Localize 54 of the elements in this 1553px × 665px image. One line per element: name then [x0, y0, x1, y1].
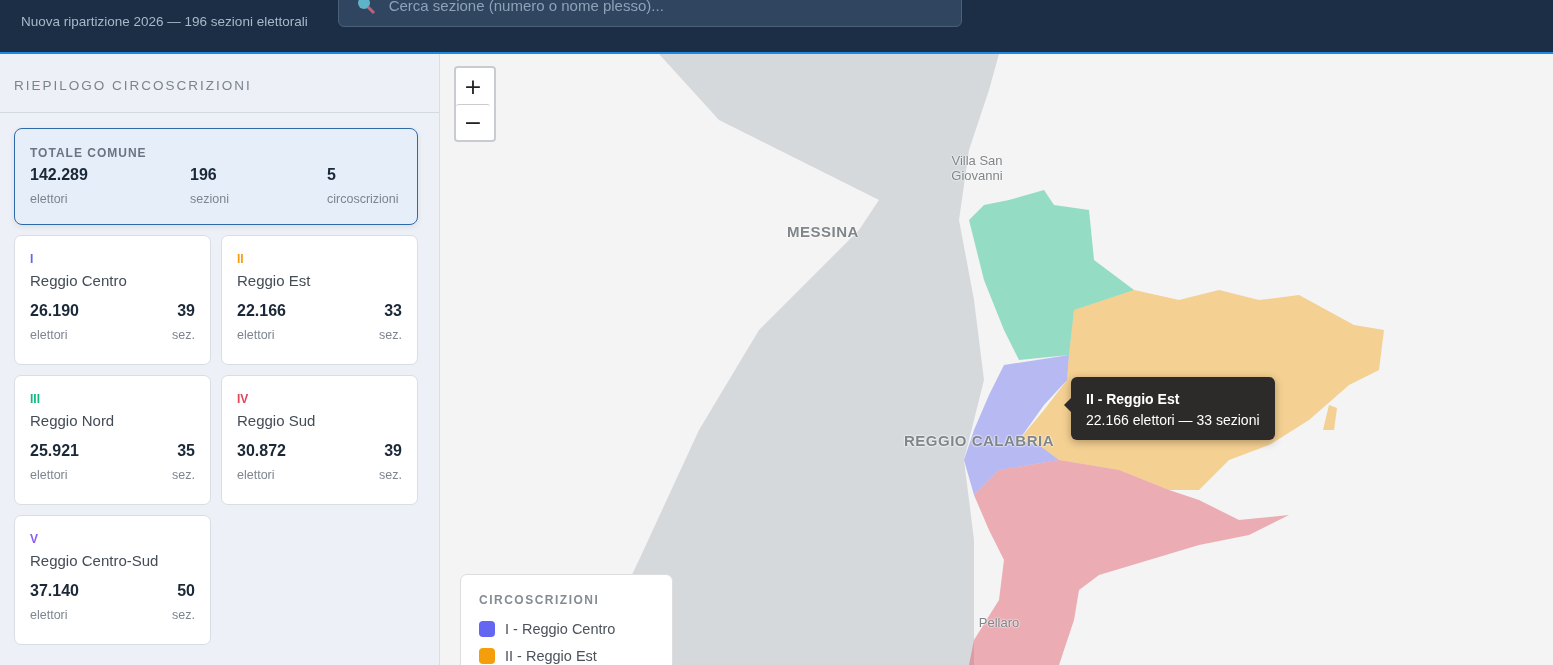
stat-label: circoscrizioni — [327, 192, 400, 206]
sections-count: 33 — [383, 302, 402, 320]
stat-label: sezioni — [190, 192, 230, 206]
stat-label: elettori — [30, 192, 69, 206]
sections-count: 50 — [176, 582, 195, 600]
district-card[interactable]: V Reggio Centro-Sud 37.140 elettori 50 sez. — [14, 515, 211, 645]
legend-label: I - Reggio Centro — [505, 621, 616, 637]
electors-label: elettori — [237, 468, 276, 482]
electors-label: elettori — [30, 328, 69, 342]
district-card[interactable]: I Reggio Centro 26.190 elettori 39 sez. — [14, 235, 211, 365]
district-numeral: V — [30, 532, 39, 546]
district-numeral: IV — [237, 392, 250, 406]
electors-count: 37.140 — [30, 582, 79, 600]
sections-count: 35 — [176, 442, 195, 460]
panel-title: RIEPILOGO CIRCOSCRIZIONI — [0, 54, 439, 113]
stat-value: 142.289 — [30, 166, 89, 184]
district-name: Reggio Centro-Sud — [30, 552, 160, 569]
district-card[interactable]: III Reggio Nord 25.921 elettori 35 sez. — [14, 375, 211, 505]
sections-label: sez. — [172, 468, 195, 482]
sections-count: 39 — [176, 302, 195, 320]
electors-count: 22.166 — [237, 302, 286, 320]
district-name: Reggio Centro — [30, 272, 128, 289]
electors-count: 25.921 — [30, 442, 79, 460]
district-name: Reggio Nord — [30, 412, 116, 429]
district-name: Reggio Est — [237, 272, 312, 289]
sections-label: sez. — [172, 608, 195, 622]
sections-label: sez. — [379, 328, 402, 342]
place-label: Villa San Giovanni — [950, 153, 1004, 183]
sections-label: sez. — [379, 468, 402, 482]
district-numeral: III — [30, 392, 41, 406]
tooltip-text: 22.166 elettori — 33 sezioni — [1086, 412, 1260, 428]
district-card[interactable]: II Reggio Est 22.166 elettori 33 sez. — [221, 235, 418, 365]
header-subtitle: Nuova ripartizione 2026 — 196 sezioni elettorali — [21, 14, 308, 29]
district-numeral: II — [237, 252, 245, 266]
sections-label: sez. — [172, 328, 195, 342]
district-numeral: I — [30, 252, 35, 266]
sections-count: 39 — [383, 442, 402, 460]
search-icon — [355, 0, 376, 15]
card-label: TOTALE COMUNE — [30, 146, 148, 160]
electors-label: elettori — [237, 328, 276, 342]
district-card[interactable]: IV Reggio Sud 30.872 elettori 39 sez. — [221, 375, 418, 505]
stat-value: 5 — [327, 166, 337, 184]
electors-count: 26.190 — [30, 302, 79, 320]
electors-label: elettori — [30, 468, 69, 482]
zoom-out-button[interactable]: − — [456, 104, 490, 140]
place-label: MESSINA — [787, 222, 859, 240]
tooltip-title: II - Reggio Est — [1086, 391, 1181, 407]
legend-title: CIRCOSCRIZIONI — [479, 593, 601, 607]
search-field[interactable]: Cerca sezione (numero o nome plesso)... — [337, 0, 962, 27]
stat-value: 196 — [190, 166, 218, 184]
electors-count: 30.872 — [237, 442, 286, 460]
electors-label: elettori — [30, 608, 69, 622]
legend-label: II - Reggio Est — [505, 648, 597, 664]
district-name: Reggio Sud — [237, 412, 317, 429]
